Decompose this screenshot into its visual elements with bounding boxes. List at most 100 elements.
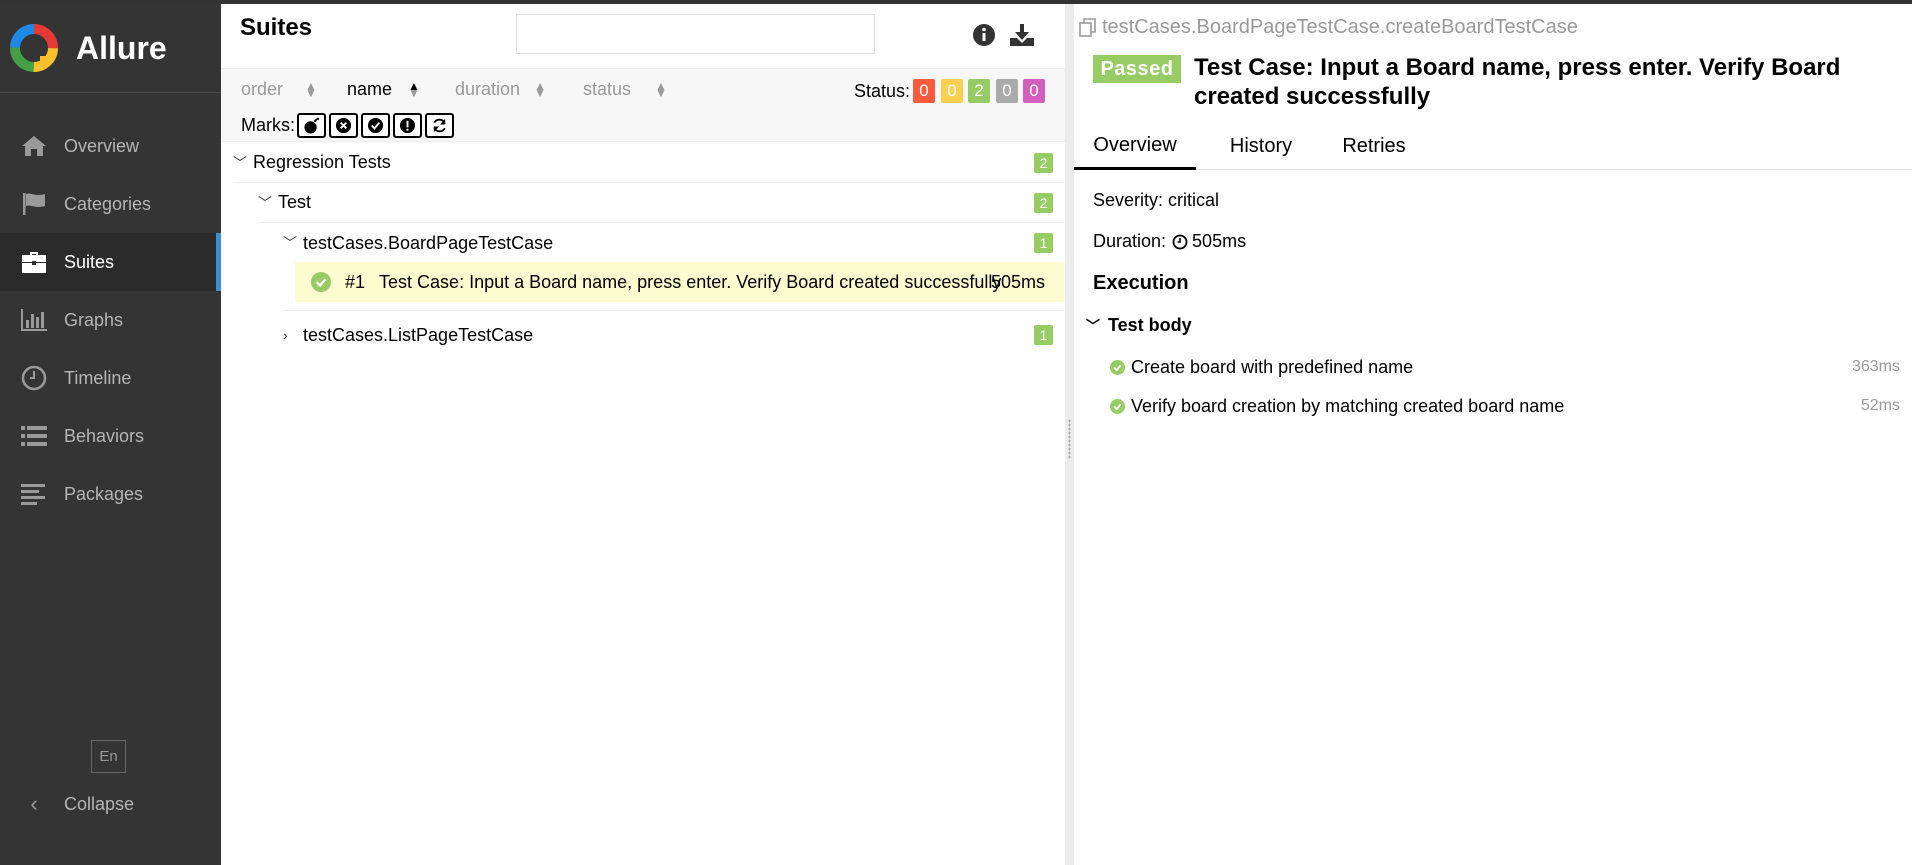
full-name-text: testCases.BoardPageTestCase.createBoardT… — [1102, 16, 1578, 38]
sidebar-item-overview[interactable]: Overview — [0, 117, 221, 175]
sidebar-item-suites[interactable]: Suites — [0, 233, 221, 291]
sort-by-name[interactable]: name ▲ ▼ — [347, 79, 420, 100]
sort-label: status — [583, 79, 632, 99]
tree-group-label: testCases.ListPageTestCase — [303, 324, 534, 345]
tab-overview[interactable]: Overview — [1074, 123, 1196, 170]
tree-group-list-page-test-case[interactable]: › testCases.ListPageTestCase 1 — [283, 315, 1064, 355]
allure-logo-icon — [10, 24, 58, 72]
status-filter-label: Status: — [854, 81, 911, 101]
test-case-row[interactable]: #1 Test Case: Input a Board name, press … — [295, 262, 1064, 302]
sidebar-item-label: Overview — [64, 135, 140, 156]
mark-new-passed-button[interactable] — [361, 113, 390, 138]
tab-retries[interactable]: Retries — [1318, 123, 1430, 170]
pane-splitter[interactable] — [1065, 4, 1074, 865]
clock-icon — [20, 364, 48, 392]
sort-icon: ▲ ▼ — [534, 78, 546, 100]
status-unknown-badge[interactable]: 0 — [1023, 79, 1045, 103]
copy-icon — [1079, 17, 1096, 37]
sidebar-item-label: Behaviors — [64, 425, 145, 446]
step-row[interactable]: Create board with predefined name 363ms — [1110, 349, 1900, 385]
test-body-toggle[interactable]: ﹀ Test body — [1086, 315, 1192, 336]
refresh-icon — [433, 118, 446, 133]
passed-status-icon — [311, 272, 331, 292]
info-button[interactable] — [969, 20, 999, 50]
tree-group-test[interactable]: ﹀ Test 2 — [258, 183, 1064, 223]
sidebar-item-packages[interactable]: Packages — [0, 465, 221, 523]
chevron-right-icon: › — [283, 327, 288, 343]
brand-name: Allure — [76, 29, 167, 66]
suites-pane: Suites order ▲ ▼ name ▲ ▼ duration ▲ ▼ stat… — [221, 4, 1065, 865]
sort-by-duration[interactable]: duration ▲ ▼ — [455, 79, 546, 100]
tree-group-label: Test — [278, 192, 312, 212]
duration: Duration: 505ms — [1093, 231, 1246, 252]
sort-label: name — [347, 79, 393, 99]
mark-retries-button[interactable] — [425, 113, 454, 138]
status-broken-badge[interactable]: 0 — [941, 79, 963, 103]
step-label: Verify board creation by matching create… — [1131, 395, 1565, 416]
align-left-icon — [20, 480, 48, 508]
sidebar-item-label: Suites — [64, 251, 115, 272]
sidebar: Allure Overview Categories Suites Graphs… — [0, 4, 221, 865]
flag-icon — [20, 190, 48, 218]
sort-icon: ▲ ▼ — [408, 78, 420, 100]
test-case-title: Test Case: Input a Board name, press ent… — [1194, 54, 1841, 110]
sort-label: order — [241, 79, 284, 99]
suites-header: Suites — [221, 4, 1065, 68]
home-icon — [20, 132, 48, 160]
step-duration: 363ms — [1851, 358, 1900, 375]
sidebar-item-label: Timeline — [64, 367, 132, 388]
tree-group-board-page-test-case[interactable]: ﹀ testCases.BoardPageTestCase 1 — [283, 223, 1064, 263]
status-failed-badge[interactable]: 0 — [913, 79, 935, 103]
tree-group-regression-tests[interactable]: ﹀ Regression Tests 2 — [233, 143, 1064, 183]
count-badge: 2 — [1034, 153, 1053, 173]
severity: Severity: critical — [1093, 190, 1220, 210]
marks-label: Marks: — [241, 115, 295, 135]
collapse-label: Collapse — [64, 793, 135, 814]
brand[interactable]: Allure — [0, 4, 221, 93]
splitter-grip-icon — [1068, 419, 1071, 459]
check-circle-icon — [367, 117, 384, 134]
mark-new-failed-button[interactable] — [329, 113, 358, 138]
count-badge: 1 — [1034, 325, 1053, 345]
tab-history[interactable]: History — [1211, 123, 1311, 170]
language-button[interactable]: En — [91, 740, 126, 773]
sidebar-item-label: Graphs — [64, 309, 124, 330]
download-button[interactable] — [1007, 20, 1037, 50]
duration-label: Duration: — [1093, 231, 1167, 251]
download-icon — [1010, 24, 1034, 46]
clock-icon — [1172, 234, 1188, 249]
passed-status-icon — [1110, 398, 1125, 414]
sort-by-status[interactable]: status ▲ ▼ — [583, 79, 667, 100]
status-passed-badge[interactable]: 2 — [968, 79, 990, 103]
sidebar-item-categories[interactable]: Categories — [0, 175, 221, 233]
bar-chart-icon — [20, 306, 48, 334]
sidebar-item-timeline[interactable]: Timeline — [0, 349, 221, 407]
info-icon — [973, 24, 995, 46]
sort-icon: ▲ ▼ — [305, 78, 317, 100]
sort-label: duration — [455, 79, 521, 99]
bomb-icon — [304, 117, 320, 134]
chevron-down-icon: ﹀ — [258, 194, 272, 211]
sidebar-item-graphs[interactable]: Graphs — [0, 291, 221, 349]
mark-flaky-button[interactable] — [297, 113, 326, 138]
collapse-button[interactable]: ‹ Collapse — [20, 784, 134, 824]
page-title: Suites — [240, 14, 313, 41]
test-detail-pane: testCases.BoardPageTestCase.createBoardT… — [1074, 4, 1912, 865]
status-skipped-badge[interactable]: 0 — [996, 79, 1018, 103]
search-input[interactable] — [516, 14, 875, 54]
step-label: Create board with predefined name — [1131, 356, 1414, 377]
status-badge: Passed — [1093, 55, 1181, 83]
mark-new-broken-button[interactable] — [393, 113, 422, 138]
sidebar-item-label: Categories — [64, 193, 152, 214]
test-case-duration: 505ms — [990, 271, 1045, 292]
full-name[interactable]: testCases.BoardPageTestCase.createBoardT… — [1079, 16, 1578, 39]
sidebar-item-behaviors[interactable]: Behaviors — [0, 407, 221, 465]
step-row[interactable]: Verify board creation by matching create… — [1110, 388, 1900, 424]
test-case-name: Test Case: Input a Board name, press ent… — [379, 271, 1002, 292]
tree-group-label: testCases.BoardPageTestCase — [303, 232, 554, 253]
exclamation-circle-icon — [399, 117, 416, 134]
chevron-down-icon: ﹀ — [1086, 317, 1100, 334]
test-case-order: #1 — [345, 271, 366, 292]
chevron-left-icon: ‹ — [30, 791, 38, 816]
sort-by-order[interactable]: order ▲ ▼ — [241, 79, 317, 100]
